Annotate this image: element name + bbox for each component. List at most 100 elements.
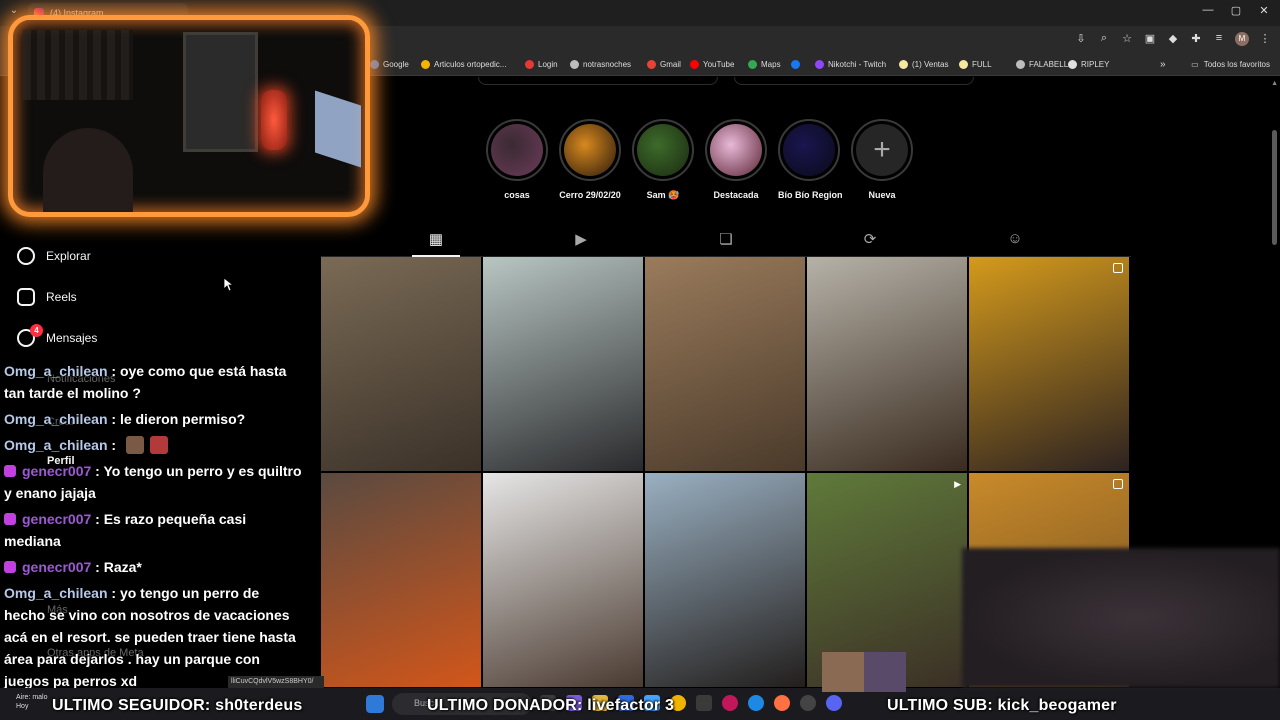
post-thumbnail[interactable] xyxy=(321,473,481,687)
more-bookmarks-icon[interactable]: » xyxy=(1160,59,1166,70)
mini-cam-face xyxy=(822,652,864,692)
reels-icon xyxy=(17,288,35,306)
reposts-tab-icon[interactable]: ⟳ xyxy=(860,230,880,248)
story-highlight[interactable]: Sam 🥵 xyxy=(632,119,694,201)
highlight-label: Sam 🥵 xyxy=(646,190,680,200)
profile-header-edge xyxy=(478,77,718,85)
steam-icon[interactable] xyxy=(800,695,816,711)
chat-message: genecr007 : Yo tengo un perro y es quilt… xyxy=(4,460,304,504)
bookmark-item[interactable]: RIPLEY xyxy=(1068,60,1109,69)
edge-icon[interactable] xyxy=(748,695,764,711)
maximize-button[interactable]: ▢ xyxy=(1226,4,1246,17)
chat-emote-icon xyxy=(149,436,168,454)
bookmark-item[interactable] xyxy=(791,60,804,69)
story-highlight[interactable]: Destacada xyxy=(705,119,767,201)
chat-username[interactable]: Omg_a_chilean xyxy=(4,437,108,453)
highlight-label: Cerro 29/02/20 xyxy=(559,190,621,200)
sidebar-item-explore[interactable]: Explorar xyxy=(17,247,91,265)
bookmark-item[interactable]: notrasnoches xyxy=(570,60,631,69)
color-extension-icon[interactable]: ◆ xyxy=(1166,32,1180,46)
new-highlight-button[interactable]: + Nueva xyxy=(851,119,913,201)
bookmark-label: Articulos ortopedic... xyxy=(434,60,507,69)
bookmark-favicon-icon xyxy=(1068,60,1077,69)
bookmark-favicon-icon xyxy=(421,60,430,69)
posts-grid-tab-icon[interactable]: ▦ xyxy=(426,230,446,248)
menu-kebab-icon[interactable]: ⋮ xyxy=(1258,32,1272,46)
chat-username[interactable]: genecr007 xyxy=(22,463,91,479)
last-donor-label: ULTIMO DONADOR: livefactor 3 xyxy=(427,697,675,714)
highlight-ring xyxy=(486,119,548,181)
bookmark-item[interactable]: Nikotchi - Twitch xyxy=(815,60,886,69)
story-highlight[interactable]: Cerro 29/02/20 xyxy=(559,119,621,201)
puzzle-icon[interactable]: ✚ xyxy=(1189,32,1203,46)
windows-start-icon[interactable] xyxy=(366,695,384,713)
chat-text: : le dieron permiso? xyxy=(107,411,246,427)
post-thumbnail[interactable] xyxy=(321,257,481,471)
address-bar-actions: ⇩ ⌕ ☆ ▣ ◆ ✚ ≡ M ⋮ xyxy=(1074,32,1272,46)
story-highlight[interactable]: cosas xyxy=(486,119,548,201)
webcam-microphone xyxy=(261,90,287,150)
install-app-icon[interactable]: ⇩ xyxy=(1074,32,1088,46)
bookmark-item[interactable]: Maps xyxy=(748,60,781,69)
media-controls-icon[interactable]: ≡ xyxy=(1212,32,1226,46)
bookmark-item[interactable]: Google xyxy=(370,60,409,69)
page-scrollbar[interactable] xyxy=(1272,130,1277,245)
discord-icon[interactable] xyxy=(826,695,842,711)
chat-username[interactable]: genecr007 xyxy=(22,511,91,527)
chat-username[interactable]: Omg_a_chilean xyxy=(4,363,108,379)
sidebar-item-reels[interactable]: Reels xyxy=(17,288,77,306)
post-thumbnail[interactable] xyxy=(483,257,643,471)
highlight-ring xyxy=(632,119,694,181)
chat-badge-icon xyxy=(4,561,16,573)
profile-avatar[interactable]: M xyxy=(1235,32,1249,46)
webcam-streamer xyxy=(43,128,133,212)
mini-cam-art xyxy=(864,652,906,692)
chat-username[interactable]: genecr007 xyxy=(22,559,91,575)
chat-text: : xyxy=(107,437,120,453)
sidebar-item-messages[interactable]: 4 Mensajes xyxy=(17,324,97,347)
firefox-icon[interactable] xyxy=(774,695,790,711)
all-favorites[interactable]: ▭ Todos los favoritos xyxy=(1191,60,1270,69)
post-thumbnail[interactable] xyxy=(645,257,805,471)
scroll-up-icon[interactable]: ▲ xyxy=(1271,80,1278,87)
all-favorites-label: Todos los favoritos xyxy=(1203,60,1270,69)
chat-username[interactable]: Omg_a_chilean xyxy=(4,585,108,601)
sidebar-item-label: Reels xyxy=(46,290,77,304)
messenger-icon: 4 xyxy=(17,324,43,347)
obs-icon[interactable] xyxy=(722,695,738,711)
bookmark-item[interactable]: (1) Ventas xyxy=(899,60,948,69)
bookmark-item[interactable]: Articulos ortopedic... xyxy=(421,60,506,69)
bookmark-favicon-icon xyxy=(791,60,800,69)
chat-username[interactable]: Omg_a_chilean xyxy=(4,411,108,427)
tagged-tab-icon[interactable]: ☺ xyxy=(1005,230,1025,247)
profile-header-edge xyxy=(734,77,974,85)
story-highlight[interactable]: Bío Bío Region xyxy=(778,119,843,201)
webcam-window xyxy=(183,32,258,152)
minimize-button[interactable]: — xyxy=(1198,4,1218,16)
saved-tab-icon[interactable]: ❏ xyxy=(716,230,736,248)
bookmark-item[interactable]: Gmail xyxy=(647,60,681,69)
app-icon[interactable] xyxy=(696,695,712,711)
highlight-label: Bío Bío Region xyxy=(778,190,843,200)
close-window-button[interactable]: ✕ xyxy=(1254,4,1274,17)
reels-tab-icon[interactable]: ▶ xyxy=(571,230,591,248)
post-thumbnail[interactable] xyxy=(483,473,643,687)
highlight-cover xyxy=(491,124,543,176)
bookmark-item[interactable]: FULL xyxy=(959,60,992,69)
chat-message: Omg_a_chilean : xyxy=(4,434,304,456)
post-thumbnail[interactable] xyxy=(645,473,805,687)
bookmark-item[interactable]: FALABELLA xyxy=(1016,60,1073,69)
bookmark-item[interactable]: Login xyxy=(525,60,558,69)
bookmark-star-icon[interactable]: ☆ xyxy=(1120,32,1134,46)
webcam-monitor xyxy=(315,90,361,168)
highlight-label: Nueva xyxy=(868,190,896,200)
highlight-cover xyxy=(564,124,616,176)
weather-widget[interactable]: Aire: malo Hoy xyxy=(16,693,48,711)
taskbar-icons xyxy=(366,695,384,713)
bookmark-favicon-icon xyxy=(899,60,908,69)
zoom-icon[interactable]: ⌕ xyxy=(1097,32,1111,46)
bookmark-item[interactable]: YouTube xyxy=(690,60,734,69)
post-thumbnail[interactable] xyxy=(969,257,1129,471)
post-thumbnail[interactable] xyxy=(807,257,967,471)
extension-icon[interactable]: ▣ xyxy=(1143,32,1157,46)
